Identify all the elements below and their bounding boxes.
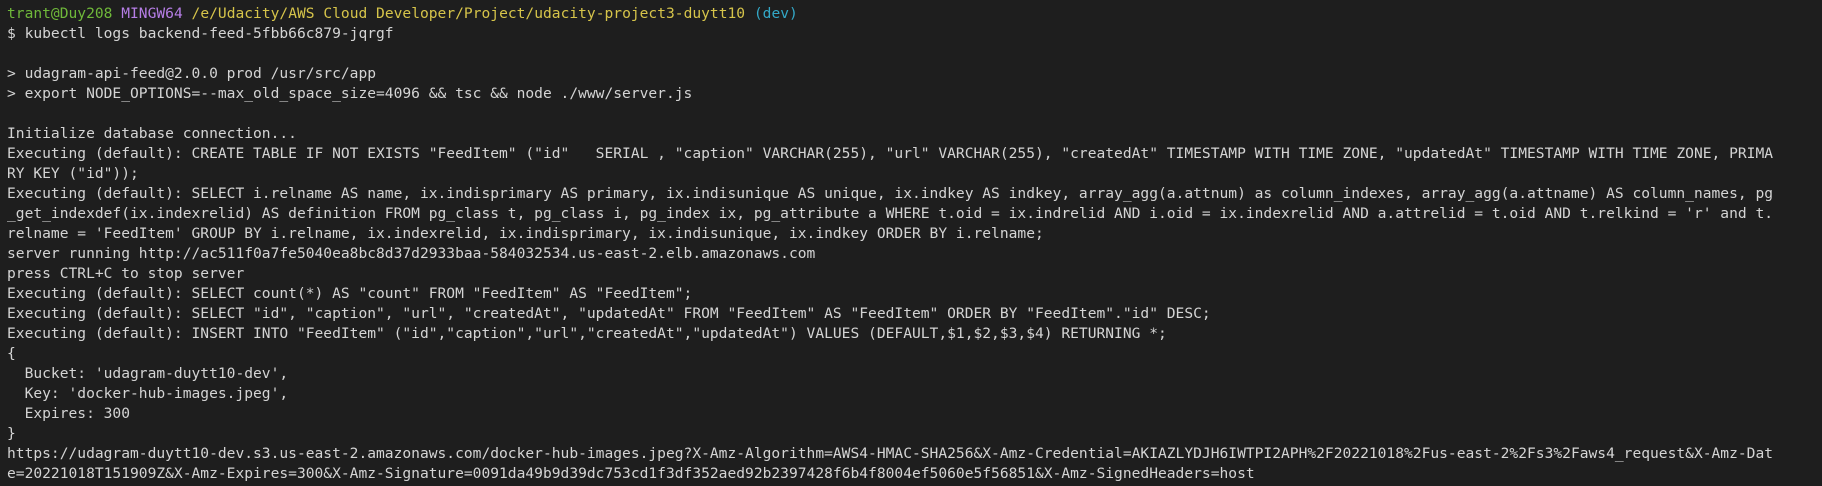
output-line: Key: 'docker-hub-images.jpeg', xyxy=(7,385,289,402)
output-line: Executing (default): CREATE TABLE IF NOT… xyxy=(7,145,1774,162)
output-line: Expires: 300 xyxy=(7,405,131,422)
output-line: Executing (default): SELECT "id", "capti… xyxy=(7,305,1211,322)
prompt-path: /e/Udacity/AWS Cloud Developer/Project/u… xyxy=(191,5,746,22)
output-line: { xyxy=(7,345,16,362)
output-line: } xyxy=(7,425,16,442)
prompt-line: trant@Duy208 MINGW64 /e/Udacity/AWS Clou… xyxy=(7,4,1814,24)
output-line: Executing (default): SELECT i.relname AS… xyxy=(7,185,1774,202)
output-line: Executing (default): SELECT count(*) AS … xyxy=(7,285,693,302)
output-line: server running http://ac511f0a7fe5040ea8… xyxy=(7,245,816,262)
terminal-window[interactable]: trant@Duy208 MINGW64 /e/Udacity/AWS Clou… xyxy=(0,0,1822,486)
prompt-branch: (dev) xyxy=(753,5,798,22)
output-line: RY KEY ("id")); xyxy=(7,165,139,182)
output-line: Initialize database connection... xyxy=(7,125,297,142)
terminal-output: > udagram-api-feed@2.0.0 prod /usr/src/a… xyxy=(7,44,1814,484)
prompt-shell: MINGW64 xyxy=(121,5,183,22)
output-line: https://udagram-duytt10-dev.s3.us-east-2… xyxy=(7,445,1774,462)
output-line: relname = 'FeedItem' GROUP BY i.relname,… xyxy=(7,225,1044,242)
output-line: > export NODE_OPTIONS=--max_old_space_si… xyxy=(7,85,693,102)
output-line: Executing (default): INSERT INTO "FeedIt… xyxy=(7,325,1167,342)
command-line: $ kubectl logs backend-feed-5fbb66c879-j… xyxy=(7,25,394,42)
output-line: > udagram-api-feed@2.0.0 prod /usr/src/a… xyxy=(7,65,377,82)
prompt-user-host: trant@Duy208 xyxy=(7,5,113,22)
output-line: e=20221018T151909Z&X-Amz-Expires=300&X-A… xyxy=(7,465,1255,482)
output-line: Bucket: 'udagram-duytt10-dev', xyxy=(7,365,289,382)
output-line: _get_indexdef(ix.indexrelid) AS definiti… xyxy=(7,205,1774,222)
output-line: press CTRL+C to stop server xyxy=(7,265,245,282)
